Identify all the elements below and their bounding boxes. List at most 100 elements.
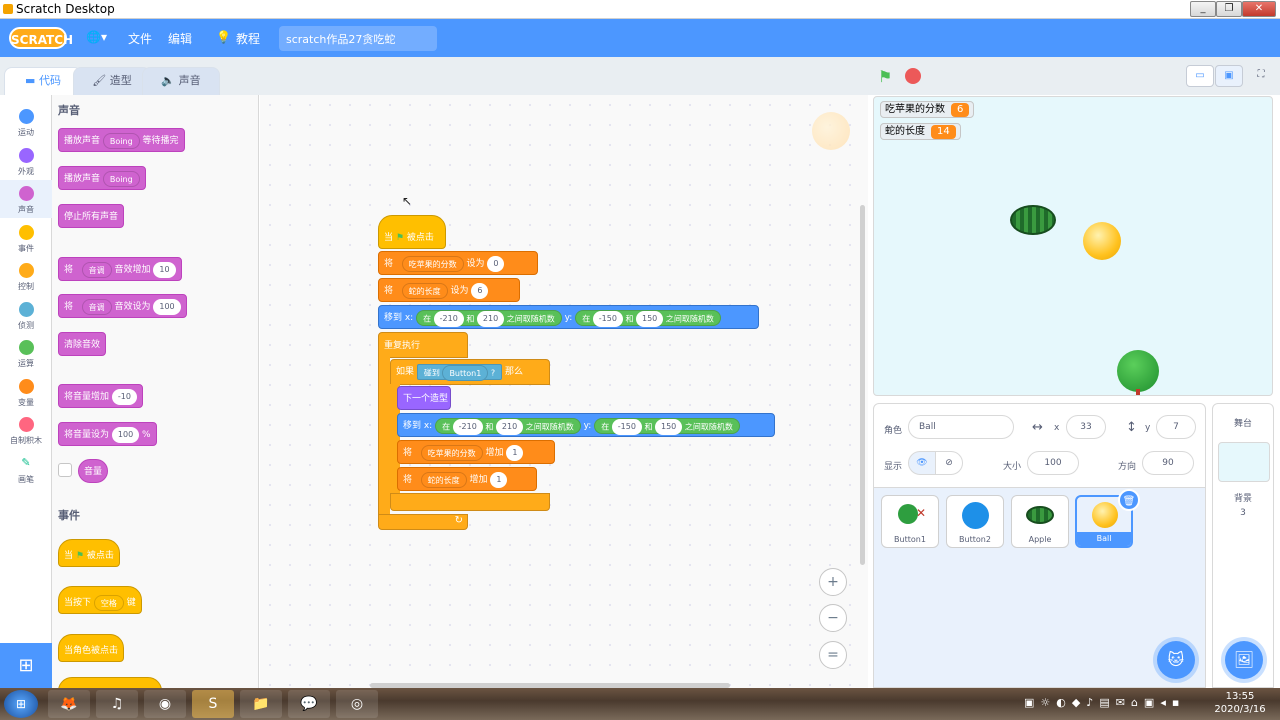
script-change-length[interactable]: 将 蛇的长度 增加 1 <box>397 467 537 491</box>
clock-date: 2020/3/16 <box>1214 704 1266 715</box>
category-label: 自制积木 <box>10 436 42 445</box>
y-label: y <box>1145 423 1151 433</box>
size-input[interactable]: 100 <box>1027 451 1079 475</box>
file-menu[interactable]: 文件 <box>128 30 152 47</box>
scratch-logo[interactable]: SCRATCH <box>9 27 73 49</box>
category-2[interactable]: 声音 <box>0 180 52 218</box>
add-sprite-button[interactable]: 🐱 <box>1157 641 1195 679</box>
sprite-tile-button2[interactable]: Button2 <box>946 495 1004 548</box>
script-next-costume[interactable]: 下一个造型 <box>397 386 451 410</box>
project-title-input[interactable]: scratch作品27贪吃蛇 <box>279 26 437 51</box>
stop-button[interactable] <box>905 68 921 84</box>
block-change-volume[interactable]: 将音量增加 -10 <box>58 384 143 408</box>
button1-sprite[interactable] <box>1117 350 1159 392</box>
forever-arm <box>378 357 390 515</box>
show-label: 显示 <box>884 462 903 472</box>
tab-sounds[interactable]: 🔈 声音 <box>142 67 220 95</box>
script-if-touching[interactable]: 如果 碰到 Button1 ? 那么 <box>390 359 550 385</box>
normal-stage-button[interactable]: ▣ <box>1215 65 1243 87</box>
block-when-key-pressed[interactable]: 当按下 空格 键 <box>58 586 142 614</box>
block-when-flag-clicked[interactable]: 当 ⚑ 被点击 <box>58 539 120 567</box>
script-set-length[interactable]: 将 蛇的长度 设为 6 <box>378 278 520 302</box>
ball-thumb <box>1092 502 1118 528</box>
category-1[interactable]: 外观 <box>0 142 52 180</box>
block-event-partial[interactable] <box>58 677 162 688</box>
zoom-reset-button[interactable]: = <box>819 641 847 669</box>
zoom-out-button[interactable]: − <box>819 604 847 632</box>
block-stop-all-sounds[interactable]: 停止所有声音 <box>58 204 125 228</box>
monitor-score: 吃苹果的分数 6 <box>880 101 975 118</box>
script-goto-xy-2[interactable]: 移到 x: 在 -210 和 210 之间取随机数 y: 在 -150 和 15… <box>397 413 775 437</box>
block-change-effect[interactable]: 将 音调 音效增加 10 <box>58 257 182 281</box>
ball-sprite[interactable] <box>1083 222 1121 260</box>
direction-label: 方向 <box>1118 462 1137 472</box>
category-dot-icon <box>18 417 34 432</box>
volume-monitor-checkbox[interactable] <box>58 463 72 477</box>
editor-tabs: ▬ 代码 🖌 造型 🔈 声音 <box>0 57 868 95</box>
language-menu[interactable]: 🌐▾ <box>86 30 107 44</box>
category-6[interactable]: 运算 <box>0 334 52 372</box>
fullscreen-button[interactable]: ⛶ <box>1247 65 1275 87</box>
script-workspace[interactable] <box>260 95 868 688</box>
wechat-taskbar-icon[interactable]: 💬 <box>288 690 330 718</box>
category-9[interactable]: ✎ 画笔 <box>0 450 52 488</box>
explorer-taskbar-icon[interactable]: 📁 <box>240 690 282 718</box>
add-backdrop-button[interactable]: 🖼 <box>1225 641 1263 679</box>
stage-canvas[interactable]: 吃苹果的分数 6 蛇的长度 14 <box>873 96 1273 396</box>
chrome-taskbar-icon[interactable]: ◉ <box>144 690 186 718</box>
start-button[interactable]: ⊞ <box>4 690 38 718</box>
window-title: Scratch Desktop <box>16 2 115 16</box>
maximize-button[interactable]: ❐ <box>1216 1 1242 17</box>
category-3[interactable]: 事件 <box>0 219 52 257</box>
tab-code[interactable]: ▬ 代码 <box>4 67 82 95</box>
script-forever[interactable]: 重复执行 <box>378 332 468 358</box>
category-0[interactable]: 运动 <box>0 103 52 141</box>
add-extension-button[interactable]: ⊞ <box>0 643 52 688</box>
block-when-sprite-clicked[interactable]: 当角色被点击 <box>58 634 125 662</box>
sprite-tile-label: Apple <box>1028 535 1052 544</box>
block-clear-effects[interactable]: 清除音效 <box>58 332 107 356</box>
sprite-tile-apple[interactable]: Apple <box>1011 495 1069 548</box>
workspace-vertical-scrollbar[interactable] <box>860 205 865 565</box>
block-set-effect[interactable]: 将 音调 音效设为 100 <box>58 294 187 318</box>
netease-music-taskbar-icon[interactable]: ♫ <box>96 690 138 718</box>
y-input[interactable]: 7 <box>1156 415 1196 439</box>
delete-sprite-button[interactable]: 🗑 <box>1118 489 1140 511</box>
tab-costumes[interactable]: 🖌 造型 <box>73 67 151 95</box>
category-5[interactable]: 侦测 <box>0 296 52 334</box>
zoom-in-button[interactable]: + <box>819 568 847 596</box>
mouse-cursor-icon: ↖ <box>402 194 413 208</box>
category-dot-icon <box>18 263 34 278</box>
sprite-tile-button1[interactable]: ✕ Button1 <box>881 495 939 548</box>
script-goto-xy[interactable]: 移到 x: 在 -210 和 210 之间取随机数 y: 在 -150 和 15… <box>378 305 759 329</box>
block-volume-reporter[interactable]: 音量 <box>78 459 109 483</box>
category-4[interactable]: 控制 <box>0 257 52 295</box>
small-stage-button[interactable]: ▭ <box>1186 65 1214 87</box>
show-hidden-button[interactable]: ⊘ <box>935 451 963 475</box>
category-7[interactable]: 变量 <box>0 373 52 411</box>
minimize-button[interactable]: _ <box>1190 1 1216 17</box>
edit-menu[interactable]: 编辑 <box>168 30 192 47</box>
system-tray-icons[interactable]: ▣☼◐◆♪▤✉⌂▣◂▪ <box>1024 696 1185 709</box>
script-set-score[interactable]: 将 吃苹果的分数 设为 0 <box>378 251 538 275</box>
direction-input[interactable]: 90 <box>1142 451 1194 475</box>
tutorials-menu[interactable]: 教程 <box>236 30 260 47</box>
green-flag-button[interactable]: ⚑ <box>878 67 892 86</box>
x-input[interactable]: 33 <box>1066 415 1106 439</box>
category-8[interactable]: 自制积木 <box>0 411 52 449</box>
category-label: 外观 <box>18 166 34 176</box>
apple-sprite[interactable] <box>1010 205 1056 235</box>
show-visible-button[interactable]: 👁 <box>908 451 936 475</box>
close-button[interactable]: ✕ <box>1242 1 1276 17</box>
script-change-score[interactable]: 将 吃苹果的分数 增加 1 <box>397 440 555 464</box>
button2-thumb <box>962 502 989 529</box>
obs-taskbar-icon[interactable]: ◎ <box>336 690 378 718</box>
block-set-volume[interactable]: 将音量设为 100 % <box>58 422 157 446</box>
taskbar-clock[interactable]: 13:55 2020/3/16 <box>1210 690 1270 716</box>
firefox-taskbar-icon[interactable]: 🦊 <box>48 690 90 718</box>
script-when-flag-clicked[interactable]: 当 ⚑ 被点击 <box>378 215 446 249</box>
sprite-name-input[interactable]: Ball <box>908 415 1014 439</box>
block-start-sound[interactable]: 播放声音 Boing <box>58 166 146 190</box>
block-play-sound-until-done[interactable]: 播放声音 Boing 等待播完 <box>58 128 185 152</box>
scratch-taskbar-icon[interactable]: S <box>192 690 234 718</box>
